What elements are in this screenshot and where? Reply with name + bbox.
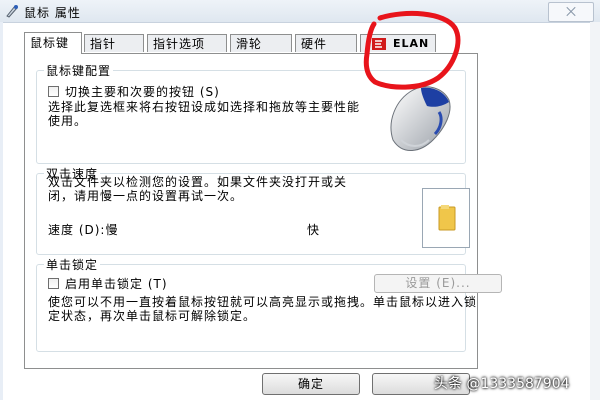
window-right-frame [590,22,600,400]
watermark-text: 头条 @1333587904 [434,376,570,392]
speed-fast-label: 快 [307,223,321,237]
swap-buttons-label: 切换主要和次要的按钮 (S) [65,85,220,99]
tab-label: 鼠标键 [30,36,70,50]
swap-buttons-description: 选择此复选框来将右按钮设成如选择和拖放等主要性能使用。 [48,100,361,128]
tab-buttons[interactable]: 鼠标键 [24,32,82,54]
tab-pointer-options[interactable]: 指针选项 [147,34,227,52]
title-bar: 鼠标 属性 [0,0,600,23]
window-left-frame [0,22,3,400]
mouse-app-icon [6,5,18,18]
elan-logo-icon [372,38,386,50]
mouse-illustration-icon [390,86,451,151]
tab-label: 滑轮 [236,37,263,51]
test-folder-area[interactable] [422,188,470,248]
tab-panel: 鼠标键配置 切换主要和次要的按钮 (S) 选择此复选框来将右按钮设成如选择和拖放… [24,53,502,369]
tab-label: 指针选项 [153,37,206,51]
tab-hardware[interactable]: 硬件 [295,34,357,52]
double-click-description: 双击文件夹以检测您的设置。如果文件夹没打开或关闭，请用慢一点的设置再试一次。 [48,175,348,203]
tab-wheel[interactable]: 滑轮 [230,34,292,52]
button-config-legend: 鼠标键配置 [44,62,114,79]
tab-label: 指针 [90,37,117,51]
folder-icon [438,205,456,231]
speed-slow-label: 速度 (D):慢 [48,223,119,237]
swap-buttons-checkbox[interactable] [48,86,59,97]
close-button[interactable] [548,2,594,22]
window-title: 鼠标 属性 [24,6,81,20]
click-lock-checkbox[interactable] [48,278,59,289]
tab-pointers[interactable]: 指针 [84,34,144,52]
tab-elan[interactable]: ELAN [360,34,436,52]
click-lock-description: 使您可以不用一直按着鼠标按钮就可以高亮显示或拖拽。单击鼠标以进入锁定状态，再次单… [48,295,478,323]
tab-label: 硬件 [301,37,328,51]
click-lock-legend: 单击锁定 [44,256,101,273]
tab-label: ELAN [393,37,430,50]
ok-button[interactable]: 确定 [262,373,360,395]
click-lock-settings-button[interactable]: 设置 (E)... [374,274,502,293]
click-lock-label: 启用单击锁定 (T) [65,277,168,291]
